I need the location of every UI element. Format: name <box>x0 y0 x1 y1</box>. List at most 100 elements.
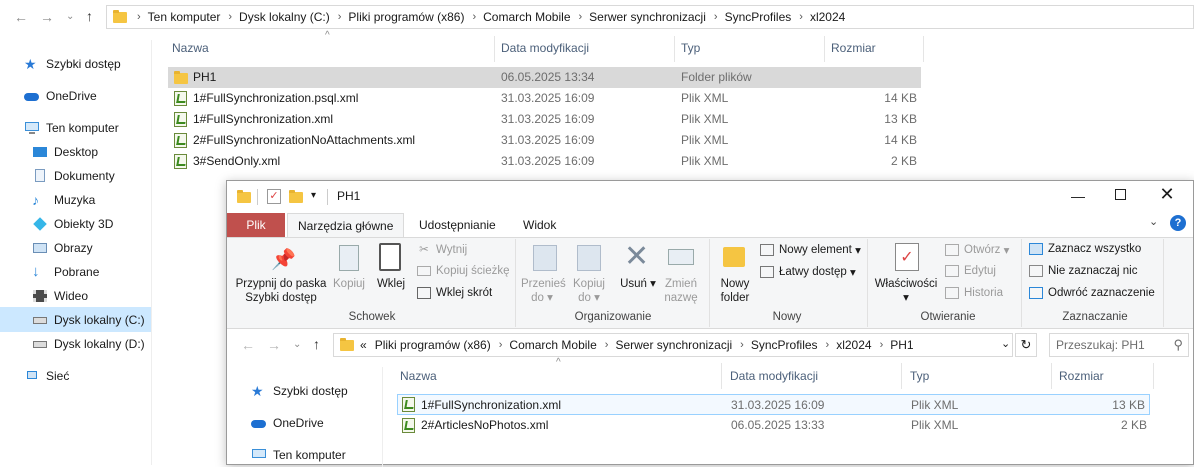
column-divider[interactable] <box>721 363 722 389</box>
table-row[interactable]: 1#FullSynchronization.psql.xml 31.03.202… <box>168 88 921 109</box>
table-row[interactable]: 1#FullSynchronization.xml 31.03.2025 16:… <box>168 109 921 130</box>
new-folder-icon[interactable] <box>289 190 303 203</box>
back-arrow-icon[interactable]: ← <box>241 337 255 353</box>
column-divider[interactable] <box>901 363 902 389</box>
forward-arrow-icon[interactable]: → <box>40 9 54 25</box>
sidebar-item-videos[interactable]: Wideo <box>32 284 88 308</box>
open-button[interactable]: Otwórz ▾ <box>945 243 1009 257</box>
column-divider[interactable] <box>923 36 924 62</box>
column-header-date[interactable]: Data modyfikacji <box>730 369 818 383</box>
column-header-size[interactable]: Rozmiar <box>831 41 876 55</box>
select-none-button[interactable]: Nie zaznaczaj nic <box>1029 265 1137 277</box>
tab-file[interactable]: Plik <box>227 213 285 237</box>
sidebar-item-this-pc[interactable]: Ten komputer <box>24 116 119 140</box>
column-divider[interactable] <box>1051 363 1052 389</box>
sidebar-item-quick-access[interactable]: ★ Szybki dostęp <box>24 52 121 76</box>
table-row[interactable]: PH1 06.05.2025 13:34 Folder plików <box>168 67 921 88</box>
tab-home[interactable]: Narzędzia główne <box>287 213 405 238</box>
breadcrumb-item[interactable]: xl2024 <box>810 10 845 24</box>
pin-quick-access-button[interactable]: Przypnij do paska Szybki dostęp <box>233 277 329 305</box>
xml-file-icon <box>174 112 187 127</box>
recent-dropdown-icon[interactable]: ⌄ <box>293 337 301 353</box>
column-divider[interactable] <box>494 36 495 62</box>
delete-button[interactable]: Usuń ▾ <box>619 277 657 291</box>
sidebar-item-downloads[interactable]: ↓ Pobrane <box>32 260 99 284</box>
column-header-type[interactable]: Typ <box>910 369 929 383</box>
address-bar[interactable]: › Ten komputer › Dysk lokalny (C:) › Pliki… <box>106 5 1194 29</box>
move-to-button[interactable]: Przenieś do ▾ <box>521 277 566 305</box>
edit-button[interactable]: Edytuj <box>945 265 996 277</box>
cut-button[interactable]: ✂ Wytnij <box>417 243 467 257</box>
breadcrumb-item[interactable]: Pliki programów (x86) <box>348 10 464 24</box>
paste-button[interactable]: Wklej <box>373 277 409 291</box>
column-divider[interactable] <box>1153 363 1154 389</box>
sidebar-item-pictures[interactable]: Obrazy <box>32 236 93 260</box>
back-arrow-icon[interactable]: ← <box>14 9 28 25</box>
column-divider[interactable] <box>674 36 675 62</box>
breadcrumb-item[interactable]: Ten komputer <box>148 10 221 24</box>
tab-view[interactable]: Widok <box>513 213 566 237</box>
rename-button[interactable]: Zmień nazwę <box>661 277 701 305</box>
quick-access-dropdown-icon[interactable]: ▾ <box>311 190 316 201</box>
address-dropdown-icon[interactable]: ⌄ <box>1001 337 1010 350</box>
table-row[interactable]: 2#ArticlesNoPhotos.xml 06.05.2025 13:33 … <box>397 415 1150 436</box>
column-header-name[interactable]: Nazwa <box>400 369 437 383</box>
history-button[interactable]: Historia <box>945 287 1003 299</box>
column-header-type[interactable]: Typ <box>681 41 700 55</box>
column-header-date[interactable]: Data modyfikacji <box>501 41 589 55</box>
breadcrumb-item[interactable]: PH1 <box>890 338 913 352</box>
copy-path-button[interactable]: Kopiuj ścieżkę <box>417 265 510 277</box>
breadcrumb-item[interactable]: Dysk lokalny (C:) <box>239 10 330 24</box>
column-divider[interactable] <box>824 36 825 62</box>
breadcrumb-item[interactable]: SyncProfiles <box>751 338 818 352</box>
breadcrumb-item[interactable]: Serwer synchronizacji <box>615 338 732 352</box>
table-row[interactable]: 2#FullSynchronizationNoAttachments.xml 3… <box>168 130 921 151</box>
new-item-button[interactable]: Nowy element ▾ <box>760 243 861 257</box>
breadcrumb-item[interactable]: Comarch Mobile <box>509 338 596 352</box>
sidebar-item-drive-d[interactable]: Dysk lokalny (D:) <box>32 332 145 356</box>
properties-check-icon[interactable]: ✓ <box>267 189 281 204</box>
easy-access-button[interactable]: Łatwy dostęp ▾ <box>760 265 856 279</box>
properties-button[interactable]: Właściwości ▾ <box>873 277 939 305</box>
sidebar-item-quick-access[interactable]: ★ Szybki dostęp <box>251 379 348 403</box>
new-folder-button[interactable]: Nowy folder <box>713 277 757 305</box>
table-row[interactable]: 1#FullSynchronization.xml 31.03.2025 16:… <box>397 394 1150 415</box>
up-arrow-icon[interactable]: ↑ <box>313 336 320 352</box>
minimize-icon[interactable]: — <box>1068 188 1088 204</box>
sidebar-item-3d-objects[interactable]: Obiekty 3D <box>32 212 113 236</box>
sidebar-item-onedrive[interactable]: OneDrive <box>251 411 324 435</box>
help-icon[interactable]: ? <box>1170 215 1186 231</box>
invert-selection-button[interactable]: Odwróć zaznaczenie <box>1029 287 1155 299</box>
paste-shortcut-button[interactable]: Wklej skrót <box>417 287 492 299</box>
refresh-icon[interactable]: ↻ <box>1015 333 1037 357</box>
close-icon[interactable]: ✕ <box>1157 184 1177 205</box>
sidebar-item-documents[interactable]: Dokumenty <box>32 164 115 188</box>
breadcrumb-item[interactable]: Comarch Mobile <box>483 10 570 24</box>
breadcrumb-item[interactable]: Pliki programów (x86) <box>375 338 491 352</box>
column-header-name[interactable]: Nazwa <box>172 41 209 55</box>
breadcrumb-item[interactable]: Serwer synchronizacji <box>589 10 706 24</box>
sidebar-item-onedrive[interactable]: OneDrive <box>24 84 97 108</box>
sidebar-item-desktop[interactable]: Desktop <box>32 140 98 164</box>
copy-to-button[interactable]: Kopiuj do ▾ <box>567 277 611 305</box>
ribbon-collapse-icon[interactable]: ⌄ <box>1149 215 1158 228</box>
breadcrumb-overflow[interactable]: « <box>360 338 367 352</box>
up-arrow-icon[interactable]: ↑ <box>86 8 93 24</box>
search-input[interactable]: Przeszukaj: PH1 ⚲ <box>1049 333 1189 357</box>
tab-share[interactable]: Udostępnianie <box>409 213 506 237</box>
breadcrumb-item[interactable]: xl2024 <box>836 338 871 352</box>
copy-button[interactable]: Kopiuj <box>331 277 367 291</box>
column-header-size[interactable]: Rozmiar <box>1059 369 1104 383</box>
file-size: 13 KB <box>1112 398 1145 412</box>
sidebar-item-this-pc[interactable]: Ten komputer <box>251 443 346 467</box>
breadcrumb-item[interactable]: SyncProfiles <box>725 10 792 24</box>
table-row[interactable]: 3#SendOnly.xml 31.03.2025 16:09 Plik XML… <box>168 151 921 172</box>
forward-arrow-icon[interactable]: → <box>267 337 281 353</box>
select-all-button[interactable]: Zaznacz wszystko <box>1029 243 1141 255</box>
recent-dropdown-icon[interactable]: ⌄ <box>66 9 74 25</box>
sidebar-item-music[interactable]: ♪ Muzyka <box>32 188 95 212</box>
sidebar-item-network[interactable]: Sieć <box>24 364 69 388</box>
sidebar-item-drive-c[interactable]: Dysk lokalny (C:) <box>0 307 151 332</box>
address-bar[interactable]: « Pliki programów (x86) › Comarch Mobile ›… <box>333 333 1013 357</box>
maximize-icon[interactable] <box>1115 189 1126 200</box>
